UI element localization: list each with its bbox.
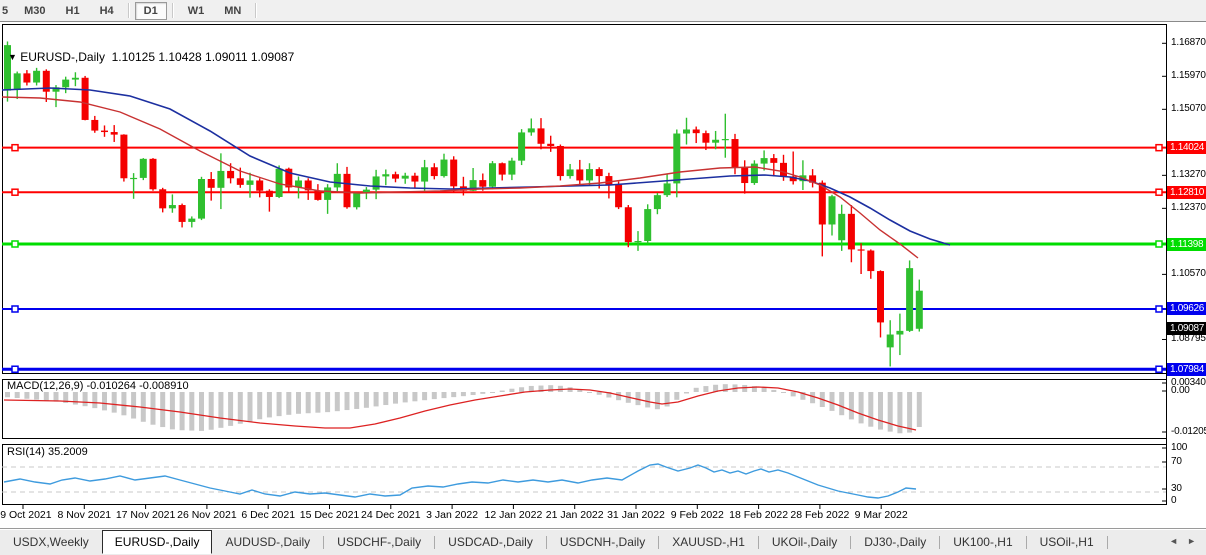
tab-usdx-weekly[interactable]: USDX,Weekly <box>0 531 102 552</box>
macd-axis-label: 0.00 <box>1171 385 1206 396</box>
chart-ohlc-values: 1.10125 1.10428 1.09011 1.09087 <box>112 50 295 64</box>
price-line-badge: 1.07984 <box>1167 363 1206 376</box>
symbol-tabbar: USDX,WeeklyEURUSD-,DailyAUDUSD-,DailyUSD… <box>0 528 1206 555</box>
tab-eurusd-daily[interactable]: EURUSD-,Daily <box>102 530 213 554</box>
date-axis-label: 24 Dec 2021 <box>361 509 421 521</box>
tab-usdcad-daily[interactable]: USDCAD-,Daily <box>435 531 546 552</box>
tab-xauusd-h1[interactable]: XAUUSD-,H1 <box>659 531 758 552</box>
date-axis-label: 21 Jan 2022 <box>546 509 604 521</box>
bid-price-badge: 1.09087 <box>1167 322 1206 335</box>
timeframe-button-d1[interactable]: D1 <box>135 2 167 20</box>
tab-usdcnh-daily[interactable]: USDCNH-,Daily <box>547 531 658 552</box>
date-axis-label: 31 Jan 2022 <box>607 509 665 521</box>
price-axis-label: 1.12370 <box>1171 202 1206 213</box>
toolbar-separator <box>172 3 174 18</box>
chart-canvas[interactable] <box>0 22 1206 555</box>
date-axis-label: 6 Dec 2021 <box>241 509 295 521</box>
macd-axis-label: -0.01205 <box>1171 426 1206 437</box>
timeframe-button-mn[interactable]: MN <box>215 2 250 20</box>
toolbar-separator <box>255 3 257 18</box>
timeframe-toolbar: 5M30H1H4 D1 W1MN <box>0 0 1206 21</box>
tab-separator <box>1107 536 1108 549</box>
price-line-badge: 1.12810 <box>1167 186 1206 199</box>
date-axis-label: 29 Oct 2021 <box>0 509 52 521</box>
rsi-axis-label: 70 <box>1171 456 1206 467</box>
terminal-window: 5M30H1H4 D1 W1MN ▼ EURUSD-,Daily 1.10125 1… <box>0 0 1206 555</box>
timeframe-button-h4[interactable]: H4 <box>91 2 123 20</box>
tab-scroll-left-icon[interactable]: ◄ <box>1169 536 1178 546</box>
tab-audusd-daily[interactable]: AUDUSD-,Daily <box>212 531 323 552</box>
date-axis-label: 3 Jan 2022 <box>426 509 478 521</box>
price-axis-label: 1.10570 <box>1171 268 1206 279</box>
chart-title: ▼ EURUSD-,Daily 1.10125 1.10428 1.09011 … <box>8 50 294 64</box>
tab-usoil-h1[interactable]: USOil-,H1 <box>1027 531 1107 552</box>
price-axis-label: 1.13270 <box>1171 169 1206 180</box>
date-axis-label: 28 Feb 2022 <box>790 509 849 521</box>
tab-uk100-h1[interactable]: UK100-,H1 <box>940 531 1025 552</box>
date-axis-label: 18 Feb 2022 <box>729 509 788 521</box>
tab-dj30-daily[interactable]: DJ30-,Daily <box>851 531 939 552</box>
date-axis-label: 15 Dec 2021 <box>300 509 360 521</box>
rsi-indicator-label: RSI(14) 35.2009 <box>7 446 88 458</box>
timeframe-button-w1[interactable]: W1 <box>179 2 214 20</box>
chart-dropdown-icon[interactable]: ▼ <box>8 52 17 62</box>
timeframe-button-5[interactable]: 5 <box>0 2 13 20</box>
timeframe-button-m30[interactable]: M30 <box>15 2 54 20</box>
rsi-axis-label: 30 <box>1171 483 1206 494</box>
price-line-badge: 1.09626 <box>1167 302 1206 315</box>
toolbar-separator <box>128 3 130 18</box>
date-axis-label: 9 Mar 2022 <box>855 509 908 521</box>
date-axis-label: 8 Nov 2021 <box>57 509 111 521</box>
date-axis-label: 9 Feb 2022 <box>671 509 724 521</box>
price-axis-label: 1.16870 <box>1171 37 1206 48</box>
tab-usdchf-daily[interactable]: USDCHF-,Daily <box>324 531 434 552</box>
price-axis-label: 1.15970 <box>1171 70 1206 81</box>
rsi-axis-label: 100 <box>1171 442 1206 453</box>
chart-area[interactable]: ▼ EURUSD-,Daily 1.10125 1.10428 1.09011 … <box>0 21 1206 529</box>
chart-symbol-label: EURUSD-,Daily <box>20 50 105 64</box>
price-line-badge: 1.14024 <box>1167 141 1206 154</box>
date-axis-label: 26 Nov 2021 <box>177 509 237 521</box>
date-axis-label: 17 Nov 2021 <box>116 509 176 521</box>
price-line-badge: 1.11398 <box>1167 238 1206 251</box>
tab-scroll-arrows: ◄► <box>1169 536 1196 546</box>
date-axis-label: 12 Jan 2022 <box>484 509 542 521</box>
tab-ukoil-daily[interactable]: UKOil-,Daily <box>759 531 850 552</box>
macd-indicator-label: MACD(12,26,9) -0.010264 -0.008910 <box>7 380 189 392</box>
timeframe-button-h1[interactable]: H1 <box>57 2 89 20</box>
rsi-axis-label: 0 <box>1171 495 1206 506</box>
tab-scroll-right-icon[interactable]: ► <box>1187 536 1196 546</box>
price-axis-label: 1.15070 <box>1171 103 1206 114</box>
